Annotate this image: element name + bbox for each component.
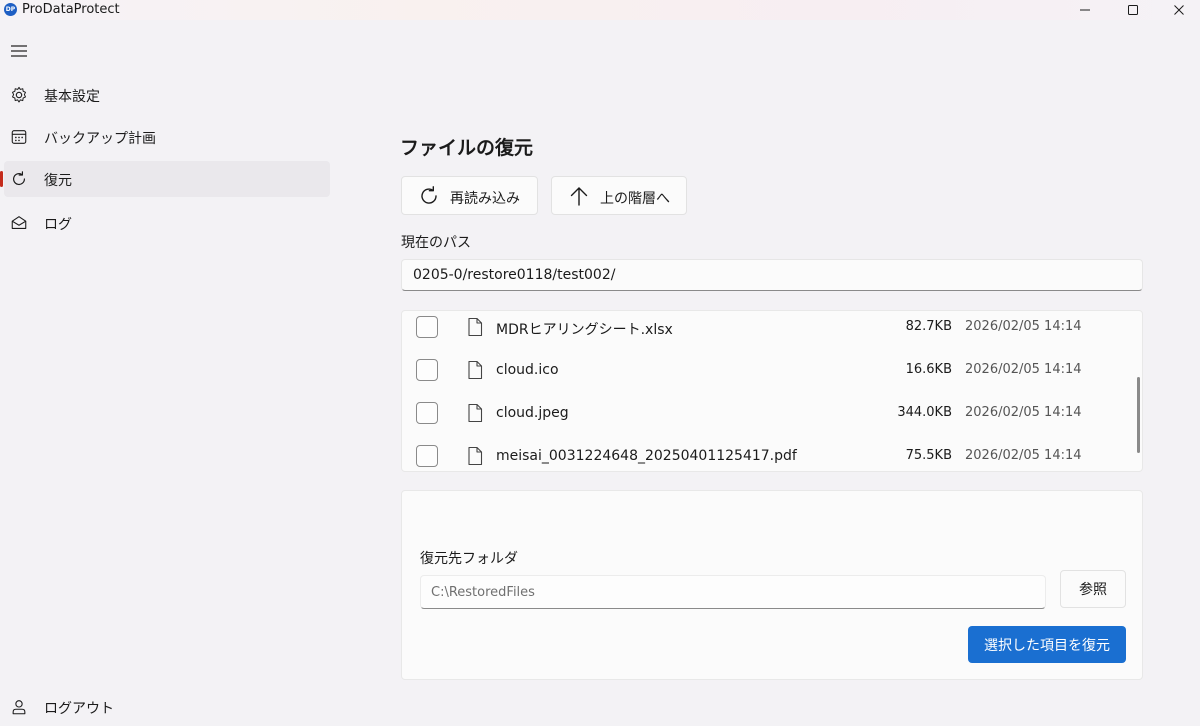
mail-open-icon [11, 216, 27, 229]
file-name: cloud.jpeg [496, 405, 569, 421]
file-checkbox[interactable] [416, 445, 438, 467]
sidebar-item-log[interactable]: ログ [4, 205, 330, 241]
list-item[interactable]: cloud.jpeg 344.0KB 2026/02/05 14:14 [402, 399, 1142, 439]
refresh-icon [421, 186, 437, 204]
current-path-field: 0205-0/restore0118/test002/ [401, 259, 1143, 291]
file-checkbox[interactable] [416, 402, 438, 424]
maximize-button[interactable] [1110, 0, 1156, 20]
parent-folder-label: 上の階層へ [600, 191, 670, 207]
close-button[interactable] [1156, 0, 1200, 20]
file-size: 16.6KB [905, 362, 952, 377]
calendar-icon [11, 130, 27, 144]
hamburger-menu-icon[interactable] [10, 44, 28, 58]
logout-button[interactable]: ログアウト [4, 689, 330, 725]
title-bar: DP ProDataProtect [0, 0, 1200, 20]
current-path-label: 現在のパス [401, 235, 471, 251]
gear-icon [12, 86, 26, 103]
reload-label: 再読み込み [450, 191, 520, 207]
sidebar-item-label: 基本設定 [44, 89, 100, 105]
refresh-icon [13, 171, 25, 185]
scrollbar-thumb[interactable] [1137, 377, 1140, 453]
file-date: 2026/02/05 14:14 [965, 405, 1082, 420]
list-item[interactable]: meisai_0031224648_20250401125417.pdf 75.… [402, 442, 1142, 471]
maximize-icon [1128, 5, 1138, 15]
sidebar: 基本設定 バックアップ計画 復元 ログ ログアウト [0, 30, 340, 726]
file-size: 82.7KB [905, 319, 952, 334]
sidebar-item-backup-plan[interactable]: バックアップ計画 [4, 119, 330, 155]
file-icon [468, 446, 483, 466]
sidebar-item-restore[interactable]: 復元 [0, 161, 330, 197]
close-icon [1174, 5, 1184, 15]
list-item[interactable]: cloud.ico 16.6KB 2026/02/05 14:14 [402, 356, 1142, 396]
file-icon [468, 360, 483, 380]
restore-selected-button[interactable]: 選択した項目を復元 [968, 626, 1126, 663]
sidebar-item-basic-settings[interactable]: 基本設定 [4, 77, 330, 113]
app-logo: DP [4, 3, 17, 16]
user-icon [12, 700, 26, 715]
sidebar-item-label: ログ [44, 217, 72, 233]
page-title: ファイルの復元 [400, 137, 534, 159]
arrow-up-icon [570, 187, 588, 206]
list-item[interactable]: MDRヒアリングシート.xlsx 82.7KB 2026/02/05 14:14 [402, 313, 1142, 353]
file-list: MDRヒアリングシート.xlsx 82.7KB 2026/02/05 14:14… [401, 310, 1143, 472]
file-date: 2026/02/05 14:14 [965, 448, 1082, 463]
logout-label: ログアウト [44, 701, 114, 717]
current-path-value: 0205-0/restore0118/test002/ [413, 267, 616, 283]
file-icon [468, 403, 483, 423]
file-size: 344.0KB [897, 405, 952, 420]
destination-folder-input[interactable] [420, 575, 1046, 609]
sidebar-item-label: 復元 [44, 173, 72, 189]
file-name: cloud.ico [496, 362, 559, 378]
file-name: meisai_0031224648_20250401125417.pdf [496, 448, 797, 464]
file-size: 75.5KB [905, 448, 952, 463]
file-checkbox[interactable] [416, 316, 438, 338]
file-date: 2026/02/05 14:14 [965, 319, 1082, 334]
minimize-button[interactable] [1062, 0, 1108, 20]
minimize-icon [1080, 9, 1090, 11]
file-checkbox[interactable] [416, 359, 438, 381]
sidebar-item-label: バックアップ計画 [44, 131, 156, 147]
reload-button[interactable]: 再読み込み [401, 176, 538, 215]
file-date: 2026/02/05 14:14 [965, 362, 1082, 377]
destination-folder-label: 復元先フォルダ [420, 551, 518, 567]
restore-panel: 復元先フォルダ 参照 選択した項目を復元 [401, 490, 1143, 680]
parent-folder-button[interactable]: 上の階層へ [551, 176, 687, 215]
file-name: MDRヒアリングシート.xlsx [496, 322, 673, 338]
file-icon [468, 317, 483, 337]
browse-button[interactable]: 参照 [1060, 570, 1126, 608]
app-title: ProDataProtect [22, 2, 120, 17]
